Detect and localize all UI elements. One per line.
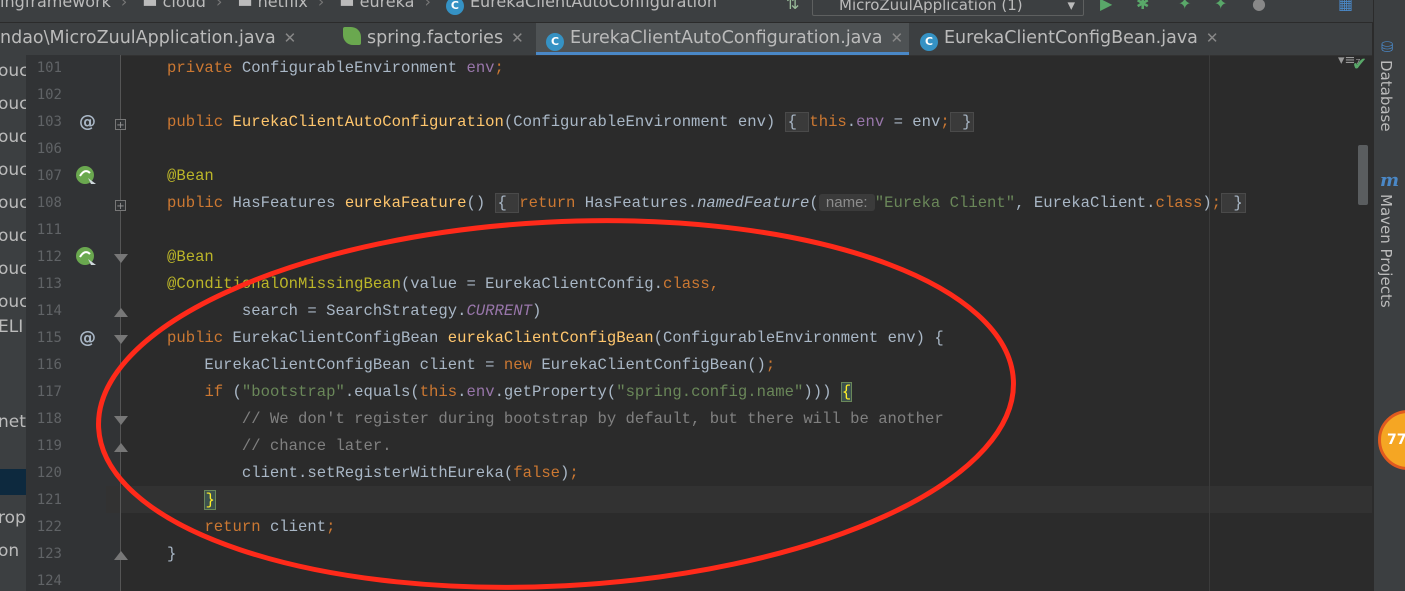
maven-icon[interactable]: m: [1380, 170, 1399, 191]
annotation-ellipse: [96, 218, 1016, 590]
database-tool-button[interactable]: Database: [1377, 60, 1395, 132]
maven-projects-tool-button[interactable]: Maven Projects: [1377, 194, 1395, 308]
database-icon[interactable]: ⛁: [1381, 38, 1394, 56]
